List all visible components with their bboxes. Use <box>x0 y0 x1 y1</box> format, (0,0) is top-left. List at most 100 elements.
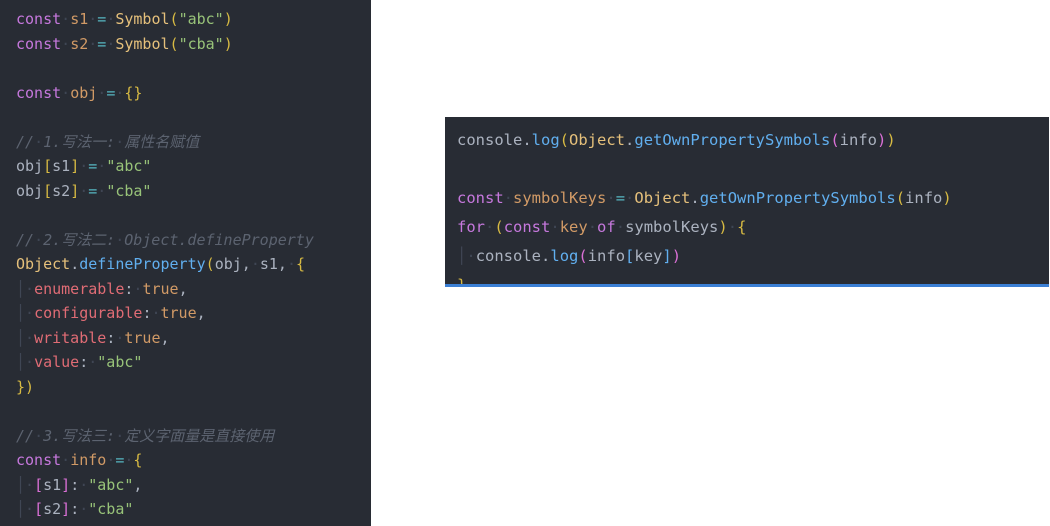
token-comma: , <box>196 304 206 322</box>
token-class-object: Object <box>16 255 71 273</box>
code-line[interactable]: }) <box>0 375 371 400</box>
code-line-blank[interactable] <box>0 105 371 130</box>
token-paren-close: ) <box>942 189 952 207</box>
code-line[interactable]: │·[s2]:·"cba" <box>0 497 371 522</box>
whitespace-dot: · <box>88 34 98 53</box>
comment-body: 写法一: <box>61 132 116 151</box>
indent-guide: │ <box>16 475 26 494</box>
token-bracket-close: ] <box>70 181 80 200</box>
token-bracket-open: [ <box>625 247 635 265</box>
whitespace-dot: · <box>34 230 44 249</box>
code-line[interactable]: │·console.log(info[key]) <box>445 242 1049 271</box>
token-bracket-open: [ <box>43 181 53 200</box>
token-op-assign: = <box>97 34 107 53</box>
whitespace-dot: · <box>115 132 125 151</box>
code-line[interactable]: │·[s1]:·"abc", <box>0 473 371 498</box>
token-comma: , <box>241 255 251 273</box>
token-brace-close: } <box>457 276 467 287</box>
whitespace-dot: · <box>106 34 116 53</box>
comment-prefix: // <box>16 230 35 249</box>
whitespace-dot: · <box>34 426 44 445</box>
code-line[interactable]: │·value:·"abc" <box>0 350 371 375</box>
whitespace-dot: · <box>625 189 635 207</box>
token-keyword-const: const <box>503 218 551 236</box>
token-paren-close: ) <box>886 131 896 149</box>
token-paren-open: ( <box>169 10 179 28</box>
comment-tail: Object.defineProperty <box>124 230 314 249</box>
comment-tail: 属性名赋值 <box>124 132 200 151</box>
token-fn-symbol: Symbol <box>115 34 170 53</box>
token-bool-true: true <box>124 328 161 347</box>
token-bool-true: true <box>160 304 197 322</box>
token-bracket-close: ] <box>61 500 71 518</box>
token-ident-obj: obj <box>70 83 98 102</box>
token-bracket-open: [ <box>34 475 44 494</box>
left-code-panel[interactable]: const·s1·=·Symbol("abc") const·s2·=·Symb… <box>0 0 371 526</box>
token-ident-info: info <box>587 247 626 265</box>
comment-body: 写法三: <box>61 426 116 445</box>
token-paren-open: ( <box>830 131 840 149</box>
token-dot: . <box>690 189 700 207</box>
code-line[interactable]: obj[s2]·=·"cba" <box>0 179 371 204</box>
token-keyword-const: const <box>16 451 62 469</box>
code-line[interactable]: for·(const·key·of·symbolKeys)·{ <box>445 213 1049 242</box>
whitespace-dot: · <box>97 157 107 175</box>
whitespace-dot: · <box>615 218 626 236</box>
code-line[interactable]: Object.defineProperty(obj,·s1,·{ <box>0 252 371 277</box>
code-line-blank[interactable] <box>445 155 1049 184</box>
whitespace-dot: · <box>606 189 616 207</box>
code-line[interactable]: │·enumerable:·true, <box>0 277 371 302</box>
code-line-blank[interactable] <box>0 56 371 81</box>
token-ident-info: info <box>839 131 877 149</box>
code-line[interactable]: const·obj·=·{} <box>0 81 371 106</box>
token-fn-defineproperty: defineProperty <box>79 255 206 273</box>
whitespace-dot: · <box>25 328 35 347</box>
token-ident-key: key <box>634 247 663 265</box>
token-ident-info: info <box>70 451 107 469</box>
token-ident-console: console <box>457 131 523 149</box>
code-line[interactable]: │·configurable:·true, <box>0 301 371 326</box>
whitespace-dot: · <box>79 181 89 200</box>
code-line[interactable]: const·symbolKeys·=·Object.getOwnProperty… <box>445 184 1049 213</box>
token-prop-configurable: configurable <box>34 304 143 322</box>
whitespace-dot: · <box>88 353 98 371</box>
right-code-panel[interactable]: console.log(Object.getOwnPropertySymbols… <box>445 117 1049 287</box>
token-ident-s1: s1 <box>259 255 278 273</box>
code-line-blank[interactable] <box>0 203 371 228</box>
code-line-comment[interactable]: //·1.写法一:·属性名赋值 <box>0 130 371 155</box>
code-line[interactable]: const·info·=·{ <box>0 448 371 473</box>
whitespace-dot: · <box>61 34 71 53</box>
token-fn-log: log <box>550 247 579 265</box>
token-bracket-close: ] <box>70 157 80 175</box>
code-line[interactable]: const·s2·=·Symbol("cba") <box>0 32 371 57</box>
token-op-assign: = <box>88 181 98 200</box>
code-line[interactable]: console.log(Object.getOwnPropertySymbols… <box>445 126 1049 155</box>
token-colon: : <box>79 353 89 371</box>
token-paren-close: ) <box>223 10 233 28</box>
token-fn-getownpropertysymbols: getOwnPropertySymbols <box>699 189 896 207</box>
whitespace-dot: · <box>115 230 125 249</box>
token-keyword-const: const <box>16 34 62 53</box>
code-line[interactable]: } <box>445 271 1049 287</box>
token-dot: . <box>625 131 635 149</box>
token-ident-key: key <box>559 218 588 236</box>
whitespace-dot: · <box>61 451 71 469</box>
code-line[interactable]: } <box>0 522 371 526</box>
code-line-blank[interactable] <box>0 399 371 424</box>
token-paren-close: ) <box>671 247 682 265</box>
token-ident-s1: s1 <box>43 475 62 494</box>
token-keyword-of: of <box>597 218 616 236</box>
code-line-comment[interactable]: //·3.写法三:·定义字面量是直接使用 <box>0 424 371 449</box>
code-line-comment[interactable]: //·2.写法二:·Object.defineProperty <box>0 228 371 253</box>
code-line[interactable]: │·writable:·true, <box>0 326 371 351</box>
token-fn-symbol: Symbol <box>115 10 170 28</box>
token-paren-open: ( <box>895 189 906 207</box>
token-class-object: Object <box>634 189 691 207</box>
token-ident-s2: s2 <box>43 500 62 518</box>
code-line[interactable]: const·s1·=·Symbol("abc") <box>0 7 371 32</box>
code-line[interactable]: obj[s1]·=·"abc" <box>0 154 371 179</box>
whitespace-dot: · <box>106 451 116 469</box>
token-ident-s1: s1 <box>70 10 89 28</box>
token-op-assign: = <box>97 10 107 28</box>
token-string-abc: "abc" <box>97 353 143 371</box>
